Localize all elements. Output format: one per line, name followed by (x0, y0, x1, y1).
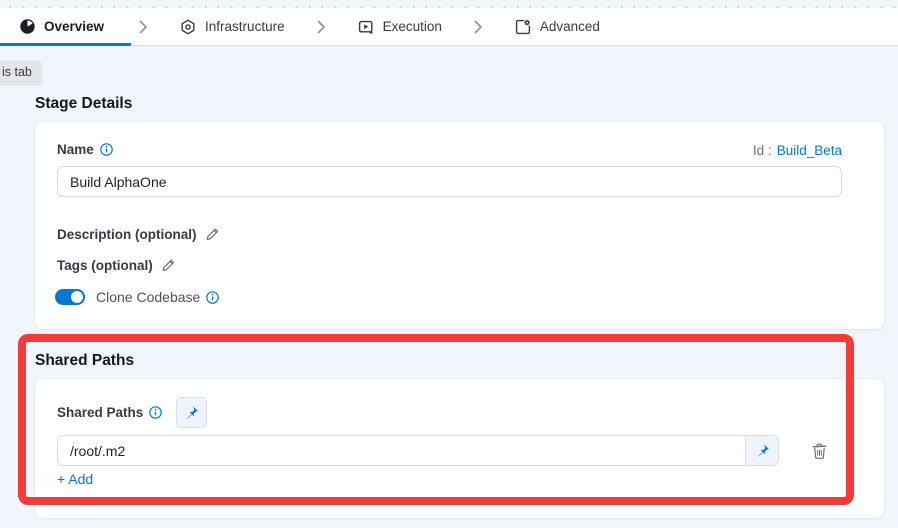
clone-codebase-row: Clone Codebase (55, 289, 219, 305)
tab-advanced[interactable]: Advanced (491, 8, 624, 45)
tab-overview[interactable]: Overview (0, 8, 131, 45)
clone-codebase-toggle[interactable] (55, 289, 85, 305)
overview-icon (20, 19, 35, 34)
description-row: Description (optional) (57, 227, 220, 242)
info-icon[interactable] (206, 291, 219, 304)
description-label: Description (optional) (57, 227, 197, 242)
shared-paths-card: Shared Paths + Add (35, 379, 884, 518)
clipped-tooltip: is tab (0, 61, 42, 84)
stage-id-row: Id : Build_Beta (753, 143, 842, 158)
shared-path-input[interactable] (58, 436, 745, 465)
trash-icon (811, 442, 828, 461)
clone-codebase-label: Clone Codebase (96, 289, 219, 305)
delete-path-button[interactable] (806, 438, 832, 464)
id-value-link[interactable]: Build_Beta (777, 143, 842, 158)
tab-label: Infrastructure (205, 19, 285, 34)
shared-paths-label-text: Shared Paths (57, 405, 143, 420)
execution-icon (358, 19, 374, 35)
stage-name-input[interactable] (57, 166, 842, 197)
tags-row: Tags (optional) (57, 258, 176, 273)
chevron-right-icon (131, 8, 156, 45)
tab-label: Execution (383, 19, 442, 34)
name-label-text: Name (57, 142, 94, 157)
chevron-right-icon (466, 8, 491, 45)
add-path-button[interactable]: + Add (57, 471, 93, 487)
edit-pencil-icon[interactable] (161, 258, 176, 273)
edit-pencil-icon[interactable] (205, 227, 220, 242)
pin-icon (755, 443, 770, 458)
pin-field-button[interactable] (176, 397, 207, 428)
info-icon[interactable] (149, 406, 162, 419)
tab-label: Overview (44, 19, 104, 34)
pin-icon (184, 405, 199, 420)
name-label: Name (57, 142, 113, 157)
name-label-row: Name (57, 142, 113, 157)
shared-path-input-group (57, 435, 779, 466)
chevron-right-icon (309, 8, 334, 45)
clone-codebase-label-text: Clone Codebase (96, 289, 200, 305)
stage-details-card: Name Id : Build_Beta Description (option… (35, 122, 884, 329)
tab-label: Advanced (540, 19, 600, 34)
id-label: Id : (753, 143, 772, 158)
pipeline-canvas-dots (0, 0, 898, 8)
stage-details-heading: Stage Details (35, 95, 132, 113)
stage-config-page: Overview Infrastructure Execution (0, 0, 898, 528)
stage-tabbar: Overview Infrastructure Execution (0, 8, 898, 46)
infrastructure-icon (180, 19, 196, 35)
shared-paths-label-row: Shared Paths (57, 405, 162, 420)
shared-paths-label: Shared Paths (57, 405, 162, 420)
info-icon[interactable] (100, 143, 113, 156)
tooltip-text: is tab (2, 65, 32, 79)
tab-execution[interactable]: Execution (334, 8, 466, 45)
pin-input-suffix[interactable] (745, 436, 778, 465)
tab-infrastructure[interactable]: Infrastructure (156, 8, 309, 45)
shared-paths-heading: Shared Paths (35, 352, 134, 370)
advanced-icon (515, 19, 531, 35)
tags-label: Tags (optional) (57, 258, 153, 273)
